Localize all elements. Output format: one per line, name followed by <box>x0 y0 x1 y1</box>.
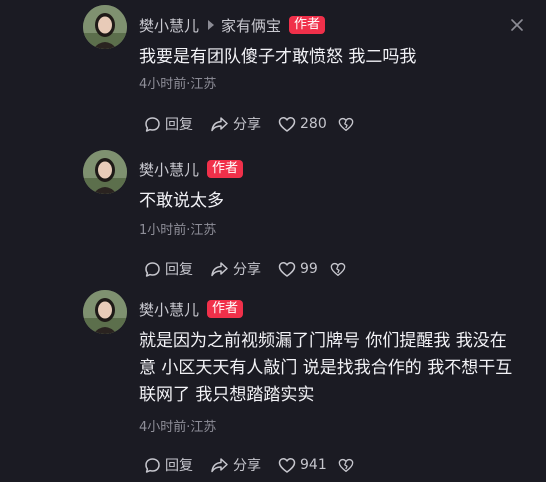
reply-to-arrow-icon <box>208 20 215 30</box>
broken-heart-icon <box>330 262 346 276</box>
share-arrow-icon <box>211 261 228 276</box>
share-label: 分享 <box>233 262 261 278</box>
heart-icon <box>278 457 296 473</box>
comment-text: 就是因为之前视频漏了门牌号 你们提醒我 我没在 意 小区天天有人敲门 说是找我合… <box>139 331 513 405</box>
heart-icon <box>278 261 296 277</box>
comment-meta: 4小时前·江苏 <box>139 420 217 435</box>
share-arrow-icon <box>211 457 228 472</box>
author-badge: 作者 <box>289 16 326 34</box>
avatar[interactable] <box>83 5 127 49</box>
comment-header: 樊小慧儿 作者 <box>139 158 244 180</box>
comment-actions: 回复 分享 941 <box>144 454 358 476</box>
like-count: 941 <box>300 457 327 473</box>
like-count: 280 <box>300 116 327 132</box>
reply-label: 回复 <box>165 117 193 133</box>
comment-actions: 回复 分享 280 <box>144 113 358 135</box>
reply-bubble-icon <box>145 116 160 132</box>
comment-text: 我要是有团队傻子才敢愤怒 我二吗我 <box>139 47 417 67</box>
share-button[interactable]: 分享 <box>210 259 278 279</box>
reply-button[interactable]: 回复 <box>144 259 210 279</box>
dislike-button[interactable] <box>338 457 358 474</box>
like-button[interactable]: 99 <box>278 261 330 278</box>
like-count: 99 <box>300 261 318 277</box>
dislike-button[interactable] <box>338 116 358 133</box>
author-badge: 作者 <box>207 160 244 178</box>
reply-label: 回复 <box>165 458 193 474</box>
heart-icon <box>278 116 296 132</box>
reply-bubble-icon <box>145 261 160 277</box>
reply-button[interactable]: 回复 <box>144 455 210 475</box>
comment-header: 樊小慧儿 作者 <box>139 298 244 320</box>
like-button[interactable]: 280 <box>278 116 338 133</box>
author-badge: 作者 <box>207 300 244 318</box>
comment-meta: 1小时前·江苏 <box>139 223 217 238</box>
comment-header: 樊小慧儿 家有俩宝 作者 <box>139 14 326 36</box>
broken-heart-icon <box>338 458 354 472</box>
reply-button[interactable]: 回复 <box>144 114 210 134</box>
dislike-button[interactable] <box>330 261 350 278</box>
reply-target-username[interactable]: 家有俩宝 <box>221 15 281 36</box>
comment-actions: 回复 分享 99 <box>144 258 350 280</box>
share-button[interactable]: 分享 <box>210 114 278 134</box>
share-label: 分享 <box>233 458 261 474</box>
more-x-icon[interactable] <box>511 19 523 31</box>
share-arrow-icon <box>211 116 228 131</box>
like-button[interactable]: 941 <box>278 457 338 474</box>
reply-bubble-icon <box>145 457 160 473</box>
username[interactable]: 樊小慧儿 <box>139 299 199 320</box>
share-label: 分享 <box>233 117 261 133</box>
avatar[interactable] <box>83 150 127 194</box>
comment-text: 不敢说太多 <box>139 191 224 211</box>
username[interactable]: 樊小慧儿 <box>139 159 199 180</box>
avatar[interactable] <box>83 290 127 334</box>
comment-meta: 4小时前·江苏 <box>139 77 217 92</box>
share-button[interactable]: 分享 <box>210 455 278 475</box>
reply-label: 回复 <box>165 262 193 278</box>
broken-heart-icon <box>338 117 354 131</box>
username[interactable]: 樊小慧儿 <box>139 15 199 36</box>
